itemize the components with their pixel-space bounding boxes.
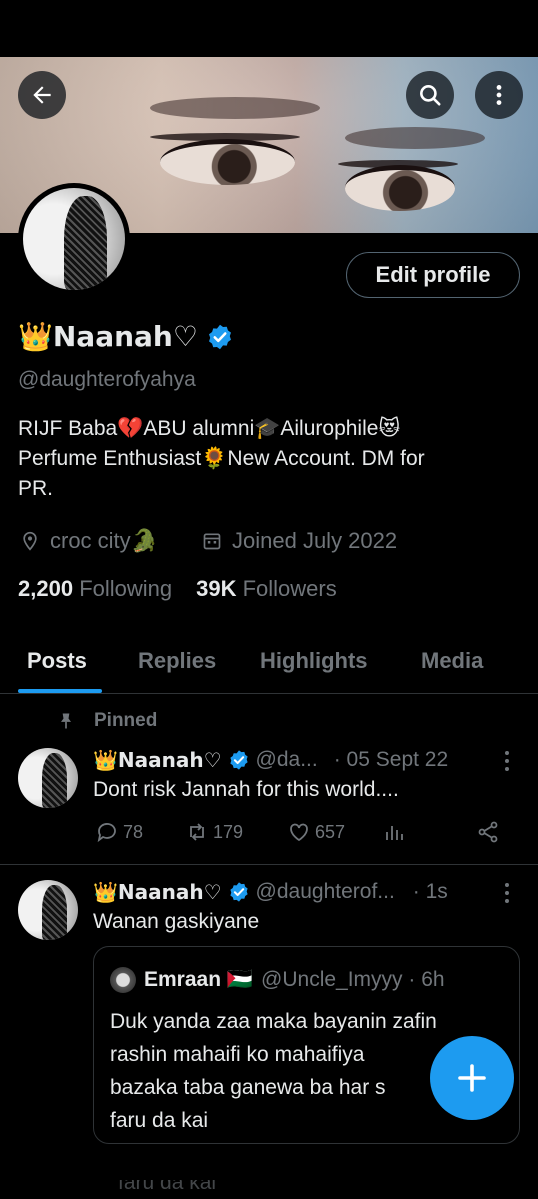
quoted-author-avatar <box>110 967 136 993</box>
banner-brow-left <box>150 97 320 119</box>
verified-badge-icon <box>208 324 231 349</box>
analytics-icon <box>386 826 403 840</box>
post-divider <box>0 864 538 865</box>
profile-tabs: Posts Replies Highlights Media <box>0 636 538 694</box>
status-bar <box>0 0 538 57</box>
heart-icon <box>290 823 308 842</box>
more-vertical-icon <box>496 85 502 105</box>
quoted-author-name: Emraan 🇵🇸 <box>144 968 254 991</box>
banner-lash-right <box>338 160 458 168</box>
profile-bio: RIJF Baba💔ABU alumni🎓Ailurophile😻 Perfum… <box>18 414 518 504</box>
pinned-label: Pinned <box>94 710 158 731</box>
post-author-handle: @da... <box>255 748 318 771</box>
bio-line: Perfume Enthusiast🌻New Account. DM for <box>18 447 425 470</box>
views-button[interactable] <box>383 820 407 844</box>
verified-badge-icon <box>229 750 248 770</box>
reply-count: 78 <box>123 821 144 842</box>
bio-line: RIJF Baba💔ABU alumni🎓Ailurophile😻 <box>18 417 401 440</box>
profile-joined: Joined July 2022 <box>202 528 397 554</box>
profile-location: croc city🐊 <box>20 528 158 554</box>
reply-button[interactable]: 78 <box>95 820 143 844</box>
compose-post-button[interactable] <box>430 1036 514 1120</box>
banner-brow-right <box>345 127 485 149</box>
banner-eye-right <box>345 165 455 211</box>
followers-label: Followers <box>242 576 337 601</box>
tab-replies[interactable]: Replies <box>138 648 216 674</box>
following-label: Following <box>79 576 173 601</box>
post-avatar[interactable] <box>18 880 78 940</box>
share-icon <box>478 821 498 843</box>
repost-icon <box>190 823 204 841</box>
pinned-indicator: Pinned <box>56 710 157 732</box>
post-text: Wanan gaskiyane <box>93 910 260 933</box>
active-tab-indicator <box>18 689 102 693</box>
calendar-icon <box>203 533 221 550</box>
avatar-image <box>23 188 125 290</box>
verified-badge-icon <box>229 882 248 902</box>
scrolled-trailing-text: faru da kai <box>118 1180 216 1199</box>
joined-text: Joined July 2022 <box>232 528 398 553</box>
post-header: 👑Naanah♡ @daughterof... · 1s <box>93 880 448 904</box>
post-text: Dont risk Jannah for this world.... <box>93 778 399 801</box>
post-timestamp: · 05 Sept 22 <box>333 748 449 771</box>
post-more-icon[interactable] <box>502 750 512 772</box>
tab-media[interactable]: Media <box>421 648 483 674</box>
like-count: 657 <box>315 821 346 842</box>
pin-icon <box>61 713 71 729</box>
post-author-handle: @daughterof... <box>255 880 395 903</box>
following-link[interactable]: 2,200 Following <box>18 576 172 602</box>
followers-count: 39K <box>196 576 237 601</box>
search-icon <box>420 85 441 106</box>
banner-eye-left <box>160 139 295 185</box>
bio-line: PR. <box>18 477 54 500</box>
post-actions: 78 179 657 <box>93 820 513 850</box>
tab-posts[interactable]: Posts <box>27 648 87 674</box>
post-author-name[interactable]: 👑Naanah♡ <box>93 748 222 772</box>
plus-icon <box>458 1064 486 1092</box>
more-options-button[interactable] <box>475 71 523 119</box>
search-button[interactable] <box>406 71 454 119</box>
share-button[interactable] <box>476 820 500 844</box>
repost-count: 179 <box>213 821 244 842</box>
quoted-post-header: Emraan 🇵🇸 @Uncle_Imyyy · 6h <box>110 967 445 993</box>
location-pin-icon <box>23 531 37 551</box>
quoted-text-line: Duk yanda zaa maka bayanin zafin <box>110 1010 437 1033</box>
profile-avatar[interactable] <box>18 183 130 295</box>
profile-name-text: 👑Naanah♡ <box>18 320 198 353</box>
back-button[interactable] <box>18 71 66 119</box>
post-author-name[interactable]: 👑Naanah♡ <box>93 880 222 904</box>
post-more-icon[interactable] <box>502 882 512 904</box>
tab-highlights[interactable]: Highlights <box>260 648 368 674</box>
like-button[interactable]: 657 <box>287 820 345 844</box>
edit-profile-button[interactable]: Edit profile <box>346 252 520 298</box>
post-avatar[interactable] <box>18 748 78 808</box>
profile-handle: @daughterofyahya <box>18 368 196 391</box>
location-text: croc city🐊 <box>50 528 159 553</box>
followers-link[interactable]: 39K Followers <box>196 576 337 602</box>
profile-display-name: 👑Naanah♡ <box>18 320 234 353</box>
back-arrow-icon <box>33 86 51 104</box>
following-count: 2,200 <box>18 576 74 601</box>
post-header: 👑Naanah♡ @da... · 05 Sept 22 <box>93 748 448 772</box>
banner-lash-left <box>150 133 300 141</box>
follow-stats: 2,200 Following 39K Followers <box>18 576 337 602</box>
trailing-text: faru da kai <box>118 1180 217 1194</box>
post-timestamp: · 1s <box>412 880 448 903</box>
quoted-author-handle: @Uncle_Imyyy · 6h <box>261 968 445 991</box>
repost-button[interactable]: 179 <box>185 820 243 844</box>
reply-icon <box>97 823 116 843</box>
